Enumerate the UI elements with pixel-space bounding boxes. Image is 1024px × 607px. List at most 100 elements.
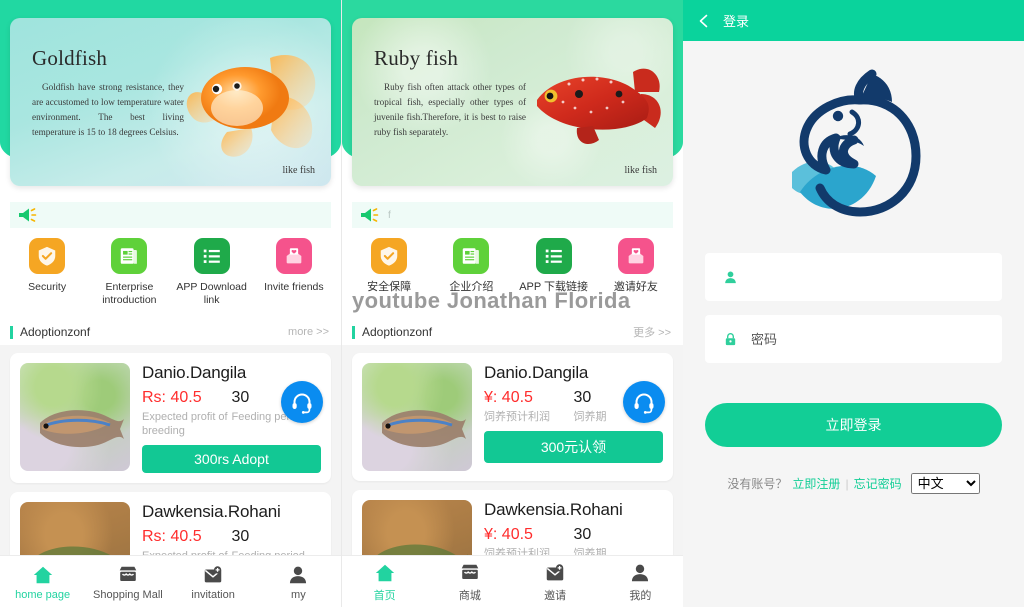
quick-action-label: Enterprise introduction <box>102 281 157 306</box>
document-icon <box>453 238 490 274</box>
announcement-bar[interactable] <box>10 202 331 228</box>
product-price-caption: Expected profit of breeding <box>142 411 228 437</box>
quick-action-row: Security Enterprise introduction APP Dow… <box>0 238 341 307</box>
section-title: Adoptionzonf <box>20 325 91 339</box>
adopt-button[interactable]: 300元认领 <box>484 431 663 463</box>
envelope-icon <box>202 562 224 586</box>
section-accent-bar <box>10 325 13 339</box>
forgot-password-link[interactable]: 忘记密码 <box>854 475 902 492</box>
quick-action-label: APP Download link <box>176 281 247 306</box>
home-icon <box>32 562 54 586</box>
tab-label: invitation <box>191 589 235 601</box>
product-period-value: 30 <box>231 528 250 545</box>
gift-envelope-icon <box>617 238 654 274</box>
no-account-text: 没有账号？ <box>727 477 788 491</box>
product-price-block: Rs: 40.5 Expected profit of breeding <box>142 389 232 438</box>
announcement-bar[interactable]: f <box>352 202 673 228</box>
section-more-link[interactable]: more >> <box>288 326 329 338</box>
product-period-value: 30 <box>573 526 592 543</box>
product-price: ¥: 40.5 <box>484 389 533 406</box>
tab-label: home page <box>15 589 71 601</box>
tab-label: Shopping Mall <box>93 589 163 601</box>
login-footer: 没有账号？ 立即注册 | 忘记密码 中文 English <box>683 473 1024 494</box>
password-field[interactable] <box>705 315 1002 363</box>
logo-container <box>683 41 1024 253</box>
username-field[interactable] <box>705 253 1002 301</box>
tab-home-page[interactable]: home page <box>0 562 85 601</box>
quick-action-invite-friends[interactable]: Invite friends <box>257 238 331 307</box>
banner-title: Goldfish <box>32 46 108 70</box>
tab-my[interactable]: 我的 <box>598 560 683 603</box>
banner-body: Ruby fish often attack other types of tr… <box>374 82 526 137</box>
announcement-text: f <box>388 209 391 221</box>
product-price-block: ¥: 40.5 饲养预计利润 <box>484 389 574 424</box>
register-link[interactable]: 立即注册 <box>792 475 840 492</box>
fish-logo-icon <box>791 69 921 217</box>
app-pane-english: Goldfish Goldfish have strong resistance… <box>0 0 341 607</box>
quick-action-invite-friends[interactable]: 邀请好友 <box>599 238 673 294</box>
video-watermark: youtube Jonathan Florida <box>352 288 631 313</box>
shield-check-icon <box>371 238 408 274</box>
product-price: ¥: 40.5 <box>484 526 533 543</box>
lock-icon <box>721 330 739 348</box>
username-input[interactable] <box>751 269 986 285</box>
document-icon <box>111 238 148 274</box>
section-more-link[interactable]: 更多 >> <box>633 324 671 340</box>
quick-action-security[interactable]: 安全保障 <box>352 238 426 294</box>
section-header-adoption: Adoptionzonf 更多 >> <box>342 322 683 342</box>
banner-watermark-label: like fish <box>282 165 316 176</box>
password-input[interactable] <box>751 331 986 347</box>
product-card[interactable]: Danio.Dangila Rs: 40.5 Expected profit o… <box>10 353 331 483</box>
tab-invitation[interactable]: invitation <box>171 562 256 601</box>
banner-watermark-label: like fish <box>624 165 658 176</box>
quick-action-app-download-link[interactable]: APP 下载链接 <box>517 238 591 294</box>
danio-fish-image <box>382 410 466 448</box>
tab-invitation[interactable]: 邀请 <box>513 560 598 603</box>
product-name: Dawkensia.Rohani <box>142 502 281 521</box>
goldfish-illustration <box>186 54 316 157</box>
login-submit-button[interactable]: 立即登录 <box>705 403 1002 447</box>
language-select[interactable]: 中文 English <box>910 473 980 494</box>
product-thumbnail <box>362 363 472 471</box>
customer-service-headset-icon[interactable] <box>281 381 323 423</box>
tab-home-page[interactable]: 首页 <box>342 560 427 603</box>
quick-action-label: Invite friends <box>264 281 324 293</box>
login-title: 登录 <box>723 14 750 29</box>
adopt-button[interactable]: 300rs Adopt <box>142 445 321 473</box>
customer-service-headset-icon[interactable] <box>623 381 665 423</box>
product-name: Danio.Dangila <box>142 363 247 382</box>
product-price-caption: 饲养预计利润 <box>484 411 550 423</box>
store-icon <box>459 560 481 584</box>
tab-shopping-mall[interactable]: Shopping Mall <box>85 562 170 601</box>
product-card[interactable]: Danio.Dangila ¥: 40.5 饲养预计利润 30 饲养期 300元… <box>352 353 673 481</box>
store-icon <box>117 562 139 586</box>
app-preview-area: Goldfish Goldfish have strong resistance… <box>0 0 683 607</box>
login-header: 登录 <box>683 0 1024 41</box>
person-icon <box>721 268 739 286</box>
product-thumbnail <box>20 363 130 471</box>
tab-label: my <box>291 589 306 601</box>
list-icon <box>535 238 572 274</box>
footer-separator: | <box>845 476 849 491</box>
home-icon <box>374 560 396 584</box>
banner-card-rubyfish[interactable]: Ruby fish Ruby fish often attack other t… <box>352 18 673 186</box>
shield-check-icon <box>29 238 66 274</box>
section-header-adoption: Adoptionzonf more >> <box>0 322 341 342</box>
tab-my[interactable]: my <box>256 562 341 601</box>
bottom-tab-bar: 首页 商城 邀请 我的 <box>342 555 683 607</box>
quick-action-app-download-link[interactable]: APP Download link <box>175 238 249 307</box>
section-accent-bar <box>352 325 355 339</box>
tab-label: 我的 <box>629 590 652 602</box>
tab-shopping-mall[interactable]: 商城 <box>427 560 512 603</box>
tab-label: 邀请 <box>544 590 567 602</box>
back-chevron-icon[interactable] <box>697 14 711 28</box>
product-price: Rs: 40.5 <box>142 528 202 545</box>
banner-card-goldfish[interactable]: Goldfish Goldfish have strong resistance… <box>10 18 331 186</box>
quick-action-enterprise-introduction[interactable]: 企业介绍 <box>434 238 508 294</box>
quick-action-enterprise-introduction[interactable]: Enterprise introduction <box>92 238 166 307</box>
danio-fish-image <box>40 410 124 448</box>
section-title: Adoptionzonf <box>362 325 433 339</box>
quick-action-security[interactable]: Security <box>10 238 84 307</box>
tab-label: 首页 <box>373 590 396 602</box>
megaphone-icon <box>361 208 379 222</box>
